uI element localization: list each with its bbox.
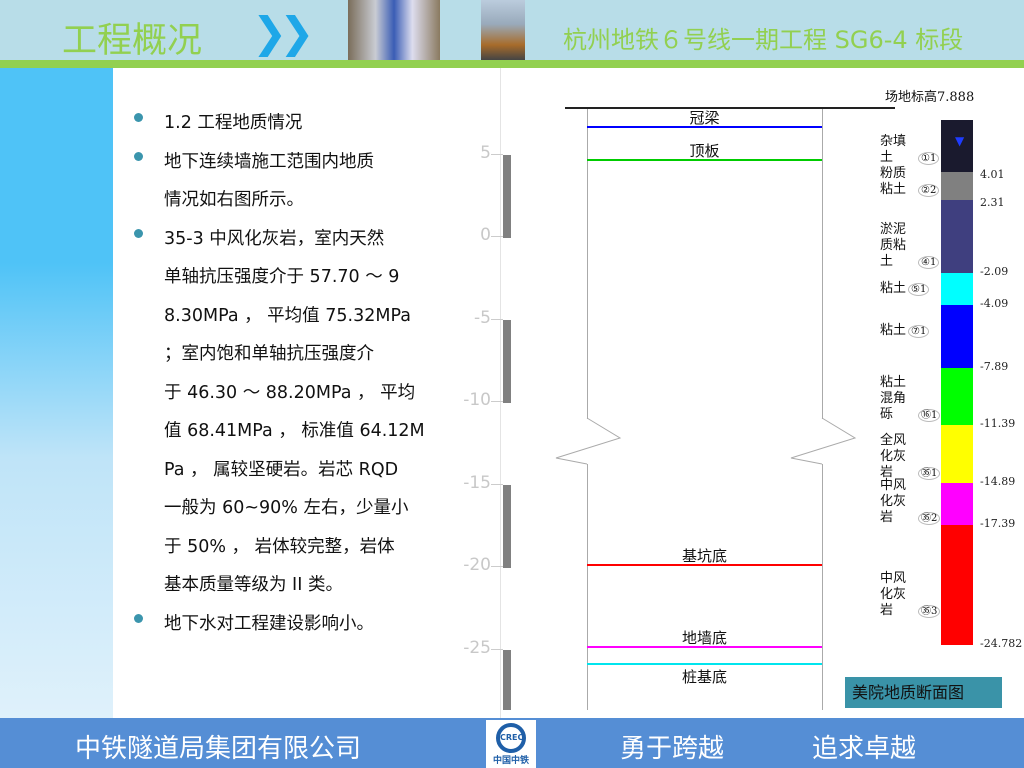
stratum-bottom-elevation: -7.89 — [980, 360, 1009, 373]
stratum-name: 粘土 — [880, 281, 907, 296]
axis-tick — [491, 483, 503, 485]
stratum-label: 中风化灰岩 ㉟3 — [880, 571, 941, 620]
stratum-bottom-elevation: -4.09 — [980, 297, 1009, 310]
company-name: 中铁隧道局集团有限公司 — [75, 734, 362, 764]
stratum-name: 中风化灰岩 — [880, 571, 907, 618]
stratum-name: 中风化灰岩 — [880, 478, 907, 525]
stratum-bottom-elevation: -17.39 — [980, 517, 1016, 530]
stratum-code: ④1 — [918, 256, 940, 269]
strata-column: ▼ — [941, 120, 973, 645]
geology-section-diagram: 场地标高7.888 ▼ 美院地质断面图 5 0 -5 -10 -15 -20 -25 冠梁 顶板… — [0, 0, 1024, 718]
slogan-1: 勇于跨越 — [620, 734, 725, 764]
stratum-code: ㉟2 — [918, 512, 941, 525]
stratum-bottom-elevation: 4.01 — [980, 168, 1005, 181]
axis-scale-bar — [503, 484, 511, 568]
stratum-bottom-elevation: -2.09 — [980, 265, 1009, 278]
axis-tick — [491, 566, 503, 567]
stratum-code: ⑦1 — [908, 325, 930, 338]
stratum-code: ⑤1 — [908, 283, 930, 296]
stratum-layer — [941, 305, 973, 368]
crec-logo-mark: CREC — [496, 723, 526, 753]
axis-tick — [491, 153, 503, 155]
stratum-layer — [941, 425, 973, 483]
stratum-label: 粘土混角砾 ⑯1 — [880, 375, 941, 424]
stratum-layer — [941, 525, 973, 645]
axis-tick-label: -15 — [463, 472, 491, 493]
stratum-bottom-elevation: 2.31 — [980, 196, 1005, 209]
stratum-label: 全风化灰岩 ㉟1 — [880, 433, 941, 482]
crec-logo: CREC 中国中铁 — [486, 720, 536, 768]
axis-tick-label: 0 — [480, 225, 491, 245]
stratum-label: 中风化灰岩 ㉟2 — [880, 478, 941, 527]
axis-tick — [491, 318, 503, 320]
axis-tick-label: -5 — [474, 307, 491, 328]
axis-tick-label: -10 — [463, 390, 491, 410]
stratum-name: 全风化灰岩 — [880, 433, 907, 480]
water-level-icon: ▼ — [955, 134, 965, 148]
stratum-label: 粘土 ⑤1 — [880, 281, 930, 298]
axis-tick-label: -25 — [463, 637, 491, 658]
stratum-code: ②2 — [918, 184, 940, 197]
diagram-caption: 美院地质断面图 — [845, 677, 1002, 708]
stratum-layer — [941, 483, 973, 525]
level-label: 冠梁 — [689, 109, 720, 128]
level-label: 桩基底 — [681, 667, 727, 686]
stratum-label: 粉质粘土 ②2 — [880, 166, 940, 199]
slogan-2: 追求卓越 — [812, 734, 917, 764]
axis-tick — [491, 648, 503, 650]
stratum-code: ①1 — [918, 152, 940, 165]
axis-scale-bar — [503, 319, 511, 403]
stratum-layer — [941, 273, 973, 305]
stratum-layer — [941, 368, 973, 425]
stratum-name: 粘土混角砾 — [880, 375, 907, 422]
axis-tick-label: 5 — [480, 142, 491, 163]
stratum-label: 粘土 ⑦1 — [880, 323, 930, 340]
stratum-label: 淤泥质粘土 ④1 — [880, 222, 940, 271]
level-label: 地墙底 — [681, 629, 727, 648]
stratum-name: 粉质粘土 — [880, 166, 907, 197]
level-line — [587, 662, 822, 665]
break-marks — [555, 417, 857, 465]
axis-tick-label: -20 — [463, 555, 491, 575]
stratum-code: ㉟3 — [918, 605, 941, 618]
stratum-label: 杂填土 ①1 — [880, 134, 940, 167]
stratum-layer — [941, 172, 973, 200]
axis-scale-bar — [503, 649, 511, 710]
stratum-bottom-elevation: -11.39 — [980, 417, 1016, 430]
stratum-name: 杂填土 — [880, 134, 907, 165]
crec-logo-text: 中国中铁 — [492, 756, 529, 766]
stratum-bottom-elevation: -14.89 — [980, 475, 1016, 488]
stratum-name: 淤泥质粘土 — [880, 222, 907, 269]
axis-tick — [491, 401, 503, 402]
stratum-layer — [941, 200, 973, 273]
stratum-code: ⑯1 — [918, 409, 941, 422]
footer-bar: 中铁隧道局集团有限公司 CREC 中国中铁 勇于跨越 追求卓越 — [0, 718, 1024, 768]
stratum-name: 粘土 — [880, 323, 907, 338]
level-label: 基坑底 — [681, 546, 727, 565]
level-label: 顶板 — [689, 142, 720, 161]
stratum-bottom-elevation: -24.782 — [980, 637, 1023, 650]
axis-tick — [491, 236, 503, 237]
axis-scale-bar — [503, 154, 511, 238]
